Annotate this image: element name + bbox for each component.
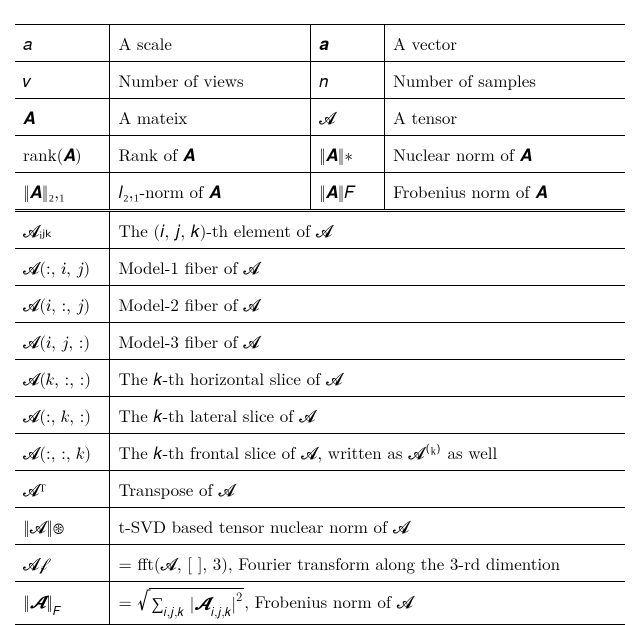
tensor-Aijk: 𝓐 — [194, 597, 210, 614]
bot-c0: 𝓐(:, 𝑖, 𝑗) — [15, 249, 110, 286]
bot-c1: The 𝑘-th lateral slice of 𝓐 — [110, 397, 625, 434]
top-c2: 𝒂 — [311, 25, 385, 62]
top-c0: 𝑨 — [15, 99, 110, 136]
bot-c0: 𝓐(:, 𝑘, :) — [15, 397, 110, 434]
top-c3: Nuclear norm of 𝑨 — [385, 136, 625, 173]
sqrt-body: ∑𝑖,𝑗,𝑘 |𝓐𝑖,𝑗,𝑘|2 — [149, 588, 244, 618]
bot-c0: ‖𝓐‖𝐹 — [15, 582, 110, 625]
top-row-4: ‖𝑨‖₂,₁ 𝑙₂,₁-norm of 𝑨 ‖𝑨‖𝐹 Frobenius nor… — [15, 173, 625, 211]
top-c2: ‖𝑨‖∗ — [311, 136, 385, 173]
bottom-row-2: 𝓐(𝑖, :, 𝑗) Model-2 fiber of 𝓐 — [15, 286, 625, 323]
top-c2: 𝑛 — [311, 62, 385, 99]
top-c3: A vector — [385, 25, 625, 62]
top-c2: 𝓐 — [311, 99, 385, 136]
bot-c1: = √ ∑𝑖,𝑗,𝑘 |𝓐𝑖,𝑗,𝑘|2 , Frobenius norm of… — [110, 582, 625, 625]
sqrt-expr: √ ∑𝑖,𝑗,𝑘 |𝓐𝑖,𝑗,𝑘|2 — [137, 588, 244, 618]
frob-tail: , Frobenius norm of 𝓐 — [244, 589, 413, 613]
tensor-A: 𝓐 — [30, 595, 46, 612]
top-c3: Number of samples — [385, 62, 625, 99]
top-c3: Frobenius norm of 𝑨 — [385, 173, 625, 211]
top-c1: Number of views — [110, 62, 311, 99]
top-c1: Rank of 𝑨 — [110, 136, 311, 173]
sum-sym: ∑ — [151, 591, 163, 615]
bottom-row-0: 𝓐ᵢⱼₖ The (𝑖, 𝑗, 𝑘)-th element of 𝓐 — [15, 211, 625, 249]
top-c1: A scale — [110, 25, 311, 62]
bottom-row-8: ‖𝓐‖⊛ t-SVD based tensor nuclear norm of … — [15, 508, 625, 545]
bottom-row-9: 𝓐𝒻 = fft(𝓐, [ ], 3), Fourier transform a… — [15, 545, 625, 582]
bottom-row-5: 𝓐(:, 𝑘, :) The 𝑘-th lateral slice of 𝓐 — [15, 397, 625, 434]
bot-c0: 𝓐(:, :, 𝑘) — [15, 434, 110, 471]
eq-sign: = — [118, 589, 137, 613]
bot-c0: ‖𝓐‖⊛ — [15, 508, 110, 545]
bot-c1: = fft(𝓐, [ ], 3), Fourier transform alon… — [110, 545, 625, 582]
sq: 2 — [236, 587, 242, 605]
top-c0: 𝑎 — [15, 25, 110, 62]
bottom-row-3: 𝓐(𝑖, 𝑗, :) Model-3 fiber of 𝓐 — [15, 323, 625, 360]
sqrt-icon: √ — [137, 588, 149, 618]
bot-c1: The 𝑘-th horizontal slice of 𝓐 — [110, 360, 625, 397]
bottom-row-4: 𝓐(𝑘, :, :) The 𝑘-th horizontal slice of … — [15, 360, 625, 397]
top-row-3: rank(𝑨) Rank of 𝑨 ‖𝑨‖∗ Nuclear norm of 𝑨 — [15, 136, 625, 173]
bar1: | — [184, 591, 194, 615]
norm-open: ‖ — [23, 589, 30, 613]
bot-c1: The (𝑖, 𝑗, 𝑘)-th element of 𝓐 — [110, 211, 625, 249]
top-c0: 𝑣 — [15, 62, 110, 99]
bot-c0: 𝓐ᵀ — [15, 471, 110, 508]
bot-c1: The 𝑘-th frontal slice of 𝓐, written as … — [110, 434, 625, 471]
top-c1: 𝑙₂,₁-norm of 𝑨 — [110, 173, 311, 211]
top-c0: ‖𝑨‖₂,₁ — [15, 173, 110, 211]
top-c3: A tensor — [385, 99, 625, 136]
top-row-1: 𝑣 Number of views 𝑛 Number of samples — [15, 62, 625, 99]
top-c2: ‖𝑨‖𝐹 — [311, 173, 385, 211]
bot-c0: 𝓐ᵢⱼₖ — [15, 211, 110, 249]
top-row-2: 𝑨 A mateix 𝓐 A tensor — [15, 99, 625, 136]
bot-c1: Transpose of 𝓐 — [110, 471, 625, 508]
top-c1: A mateix — [110, 99, 311, 136]
bot-c0: 𝓐𝒻 — [15, 545, 110, 582]
tensor-sub: 𝑖,𝑗,𝑘 — [211, 602, 231, 620]
bot-c1: Model-1 fiber of 𝓐 — [110, 249, 625, 286]
bot-c1: Model-3 fiber of 𝓐 — [110, 323, 625, 360]
bot-c0: 𝓐(𝑖, :, 𝑗) — [15, 286, 110, 323]
notation-table: 𝑎 A scale 𝒂 A vector 𝑣 Number of views 𝑛… — [15, 24, 625, 625]
bot-c0: 𝓐(𝑘, :, :) — [15, 360, 110, 397]
bottom-row-6: 𝓐(:, :, 𝑘) The 𝑘-th frontal slice of 𝓐, … — [15, 434, 625, 471]
bottom-row-frobenius: ‖𝓐‖𝐹 = √ ∑𝑖,𝑗,𝑘 |𝓐𝑖,𝑗,𝑘|2 , Frobenius no… — [15, 582, 625, 625]
top-row-0: 𝑎 A scale 𝒂 A vector — [15, 25, 625, 62]
bottom-row-7: 𝓐ᵀ Transpose of 𝓐 — [15, 471, 625, 508]
bot-c1: Model-2 fiber of 𝓐 — [110, 286, 625, 323]
sum-sub: 𝑖,𝑗,𝑘 — [164, 602, 184, 620]
bot-c1: t-SVD based tensor nuclear norm of 𝓐 — [110, 508, 625, 545]
bot-c0: 𝓐(𝑖, 𝑗, :) — [15, 323, 110, 360]
sub-F: 𝐹 — [53, 601, 60, 619]
top-c0: rank(𝑨) — [15, 136, 110, 173]
bottom-row-1: 𝓐(:, 𝑖, 𝑗) Model-1 fiber of 𝓐 — [15, 249, 625, 286]
